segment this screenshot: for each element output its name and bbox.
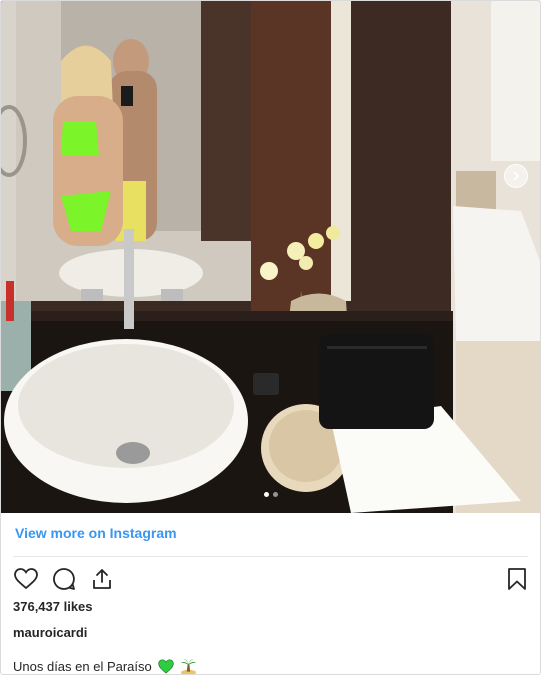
view-more-link[interactable]: View more on Instagram [15,525,177,541]
action-bar [13,566,115,592]
carousel-dot-active [263,492,269,497]
share-button[interactable] [89,566,115,592]
chevron-right-icon [513,171,520,181]
save-button[interactable] [504,566,530,592]
likes-count: 376,437 likes [13,599,93,614]
bathroom-mirror-photo [1,1,540,513]
carousel-indicator [1,492,540,497]
like-button[interactable] [13,566,39,592]
comment-icon [53,568,75,590]
post-photo[interactable] [1,1,540,513]
carousel-dot [272,492,278,497]
share-icon [93,569,111,589]
desert-island-icon [180,658,196,674]
green-heart-icon [158,659,174,674]
carousel-next-button[interactable] [504,164,528,188]
caption: Unos días en el Paraíso [13,658,197,674]
caption-text: Unos días en el Paraíso [13,659,152,674]
bookmark-icon [508,568,526,590]
instagram-embed: View more on Instagram 376,437 likes mau… [0,0,541,675]
heart-icon [14,568,38,590]
divider [13,556,528,557]
comment-button[interactable] [51,566,77,592]
username[interactable]: mauroicardi [13,625,87,640]
